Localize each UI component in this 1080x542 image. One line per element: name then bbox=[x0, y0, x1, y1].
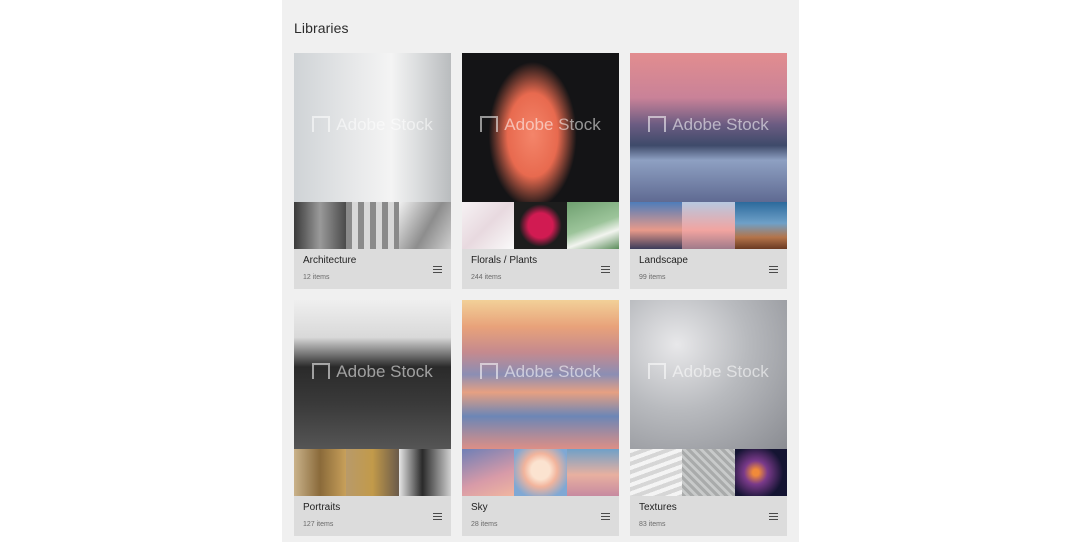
library-hero-image: Adobe Stock bbox=[294, 53, 451, 202]
library-hero-image: Adobe Stock bbox=[630, 53, 787, 202]
hamburger-menu-icon[interactable] bbox=[601, 513, 610, 522]
library-item-count: 28 items bbox=[471, 521, 498, 528]
adobe-logo-icon bbox=[480, 363, 499, 379]
adobe-logo-icon bbox=[480, 116, 499, 132]
adobe-stock-watermark: Adobe Stock bbox=[630, 362, 787, 382]
library-item-count: 99 items bbox=[639, 274, 666, 281]
library-item-count: 12 items bbox=[303, 274, 330, 281]
adobe-logo-icon bbox=[312, 116, 331, 132]
hamburger-menu-icon[interactable] bbox=[601, 266, 610, 275]
library-item-count: 127 items bbox=[303, 521, 334, 528]
libraries-panel: Libraries Adobe Stock Architecture 12 it… bbox=[282, 0, 799, 542]
library-thumbnail bbox=[346, 202, 399, 249]
library-thumbnail-strip bbox=[462, 202, 619, 249]
library-thumbnail bbox=[399, 202, 451, 249]
hamburger-menu-icon[interactable] bbox=[433, 513, 442, 522]
library-thumbnail bbox=[630, 202, 682, 249]
adobe-stock-watermark: Adobe Stock bbox=[630, 115, 787, 135]
library-name: Textures bbox=[639, 502, 677, 513]
hamburger-menu-icon[interactable] bbox=[769, 266, 778, 275]
library-thumbnail bbox=[682, 202, 735, 249]
library-thumbnail-strip bbox=[294, 449, 451, 496]
library-thumbnail bbox=[514, 202, 567, 249]
library-card-textures[interactable]: Adobe Stock Textures 83 items bbox=[630, 300, 787, 536]
library-thumbnail bbox=[399, 449, 451, 496]
library-card-landscape[interactable]: Adobe Stock Landscape 99 items bbox=[630, 53, 787, 289]
library-thumbnail bbox=[735, 202, 787, 249]
adobe-logo-icon bbox=[312, 363, 331, 379]
library-card-sky[interactable]: Adobe Stock Sky 28 items bbox=[462, 300, 619, 536]
adobe-logo-icon bbox=[648, 116, 667, 132]
library-card-architecture[interactable]: Adobe Stock Architecture 12 items bbox=[294, 53, 451, 289]
library-thumbnail-strip bbox=[294, 202, 451, 249]
library-thumbnail-strip bbox=[630, 202, 787, 249]
hamburger-menu-icon[interactable] bbox=[769, 513, 778, 522]
adobe-stock-watermark: Adobe Stock bbox=[294, 115, 451, 135]
library-thumbnail bbox=[294, 449, 346, 496]
library-thumbnail-strip bbox=[630, 449, 787, 496]
library-thumbnail bbox=[567, 202, 619, 249]
library-thumbnail-strip bbox=[462, 449, 619, 496]
library-thumbnail bbox=[735, 449, 787, 496]
library-thumbnail bbox=[682, 449, 735, 496]
library-item-count: 244 items bbox=[471, 274, 502, 281]
library-name: Sky bbox=[471, 502, 488, 513]
library-thumbnail bbox=[514, 449, 567, 496]
library-hero-image: Adobe Stock bbox=[630, 300, 787, 449]
hamburger-menu-icon[interactable] bbox=[433, 266, 442, 275]
library-hero-image: Adobe Stock bbox=[462, 300, 619, 449]
library-thumbnail bbox=[294, 202, 346, 249]
adobe-stock-watermark: Adobe Stock bbox=[462, 115, 619, 135]
library-thumbnail bbox=[346, 449, 399, 496]
library-name: Landscape bbox=[639, 255, 688, 266]
library-thumbnail bbox=[630, 449, 682, 496]
library-thumbnail bbox=[567, 449, 619, 496]
adobe-stock-watermark: Adobe Stock bbox=[294, 362, 451, 382]
library-item-count: 83 items bbox=[639, 521, 666, 528]
library-hero-image: Adobe Stock bbox=[294, 300, 451, 449]
library-card-florals-plants[interactable]: Adobe Stock Florals / Plants 244 items bbox=[462, 53, 619, 289]
library-name: Portraits bbox=[303, 502, 341, 513]
library-thumbnail bbox=[462, 202, 514, 249]
adobe-logo-icon bbox=[648, 363, 667, 379]
library-thumbnail bbox=[462, 449, 514, 496]
library-name: Florals / Plants bbox=[471, 255, 538, 266]
adobe-stock-watermark: Adobe Stock bbox=[462, 362, 619, 382]
page-title: Libraries bbox=[294, 20, 349, 36]
library-hero-image: Adobe Stock bbox=[462, 53, 619, 202]
library-card-portraits[interactable]: Adobe Stock Portraits 127 items bbox=[294, 300, 451, 536]
library-name: Architecture bbox=[303, 255, 357, 266]
